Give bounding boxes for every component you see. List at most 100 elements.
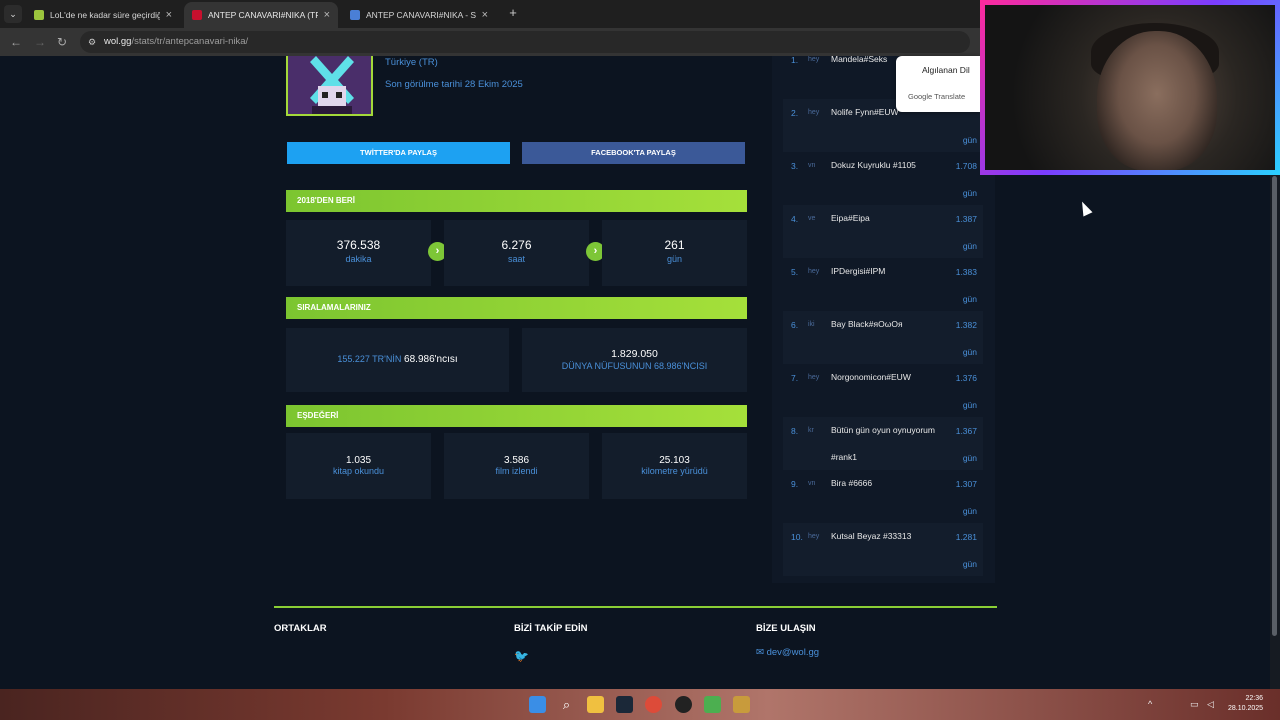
- row-value: 1.382: [955, 320, 977, 330]
- row-rank: 3.: [791, 161, 799, 171]
- profile-region: Türkiye (TR): [385, 57, 438, 68]
- leaderboard-row[interactable]: 5. hey IPDergisi#IPM 1.383 gün: [783, 258, 983, 311]
- close-tab-icon[interactable]: ×: [166, 9, 172, 21]
- translate-detected-label[interactable]: Algılanan Dil: [922, 65, 970, 75]
- footer-divider: [274, 606, 997, 608]
- row-unit: gün: [962, 188, 977, 198]
- equiv-films: 3.586 film izlendi: [444, 433, 589, 499]
- stat-unit: saat: [507, 254, 525, 264]
- row-value: 1.383: [955, 267, 977, 277]
- equivalent-section-header: EŞDEĞERİ: [286, 405, 747, 427]
- twitter-icon[interactable]: 🐦: [514, 649, 529, 663]
- envelope-icon: ✉: [756, 647, 764, 658]
- leaderboard-row[interactable]: 9. vn Bira #6666 1.307 gün: [783, 470, 983, 523]
- wol-favicon-icon: [192, 10, 202, 20]
- webcam-overlay: [980, 0, 1280, 175]
- windows-start-icon[interactable]: [529, 696, 546, 713]
- leaderboard-row[interactable]: 7. hey Norgonomicon#EUW 1.376 gün: [783, 364, 983, 417]
- scrollbar-thumb[interactable]: [1272, 176, 1277, 636]
- webcam-feed: [985, 5, 1275, 170]
- stat-minutes: 376.538 dakika: [286, 220, 431, 286]
- network-icon[interactable]: ▭: [1190, 699, 1199, 710]
- row-unit: gün: [962, 506, 977, 516]
- leaderboard-row[interactable]: 4. ve Eipa#Eipa 1.387 gün: [783, 205, 983, 258]
- tray-chevron-icon[interactable]: ^: [1148, 699, 1152, 709]
- obs-icon[interactable]: [675, 696, 692, 713]
- league-icon[interactable]: [733, 696, 750, 713]
- close-tab-icon[interactable]: ×: [482, 9, 488, 21]
- row-unit: gün: [962, 241, 977, 251]
- back-arrow-icon[interactable]: ←: [10, 35, 22, 49]
- taskbar: ⌕ ^ ▭ ◁ 22:36 28.10.2025: [0, 689, 1280, 720]
- share-twitter-button[interactable]: TWİTTER'DA PAYLAŞ: [287, 142, 510, 164]
- row-rank: 5.: [791, 267, 799, 277]
- tab-antep-canavari-summoner[interactable]: ANTEP CANAVARI#NIKA - Sum ×: [342, 2, 496, 28]
- share-facebook-button[interactable]: FACEBOOK'TA PAYLAŞ: [522, 142, 745, 164]
- rank-world-card: 1.829.050 DÜNYA NÜFUSUNUN 68.986'NCISI: [522, 328, 747, 392]
- search-icon[interactable]: ⌕: [558, 696, 575, 713]
- footer-email-link[interactable]: ✉ dev@wol.gg: [756, 647, 819, 658]
- row-tag: ve: [808, 215, 816, 222]
- equiv-value: 25.103: [659, 455, 690, 466]
- row-name[interactable]: Bira #6666: [831, 470, 949, 497]
- reload-icon[interactable]: ↻: [57, 35, 67, 49]
- row-value: 1.281: [955, 532, 977, 542]
- forward-arrow-icon[interactable]: →: [34, 35, 46, 49]
- webcam-face: [1097, 31, 1217, 170]
- tab-search-icon[interactable]: ⌄: [4, 5, 22, 23]
- tab-title: ANTEP CANAVARI#NIKA - Sum: [366, 10, 476, 20]
- equiv-books: 1.035 kitap okundu: [286, 433, 431, 499]
- row-tag: kr: [808, 427, 814, 434]
- leaderboard-row[interactable]: 3. vn Dokuz Kuyruklu #1105 1.708 gün: [783, 152, 983, 205]
- tab-lol-time[interactable]: LoL'de ne kadar süre geçirdiğin ×: [26, 2, 180, 28]
- row-unit: gün: [962, 400, 977, 410]
- rank-world-label: DÜNYA NÜFUSUNUN 68.986'NCISI: [561, 361, 708, 371]
- close-tab-icon[interactable]: ×: [324, 9, 330, 21]
- steam-icon[interactable]: [616, 696, 633, 713]
- stat-days: 261 gün: [602, 220, 747, 286]
- row-unit: gün: [962, 135, 977, 145]
- row-name[interactable]: Dokuz Kuyruklu #1105: [831, 152, 949, 179]
- row-rank: 10.: [791, 532, 803, 542]
- row-name[interactable]: IPDergisi#IPM: [831, 258, 949, 285]
- row-value: 1.387: [955, 214, 977, 224]
- leaderboard-row[interactable]: 6. iki Bay Black#ᴙOωOᴙ 1.382 gün: [783, 311, 983, 364]
- rank-tr-value: 68.986'ncısı: [404, 354, 458, 365]
- address-bar[interactable]: ⚙ wol.gg/stats/tr/antepcanavari-nika/: [80, 31, 970, 53]
- row-rank: 4.: [791, 214, 799, 224]
- minecraft-icon[interactable]: [704, 696, 721, 713]
- taskbar-clock[interactable]: 22:36 28.10.2025: [1228, 694, 1263, 714]
- site-info-icon[interactable]: ⚙: [88, 31, 96, 53]
- leaderboard-row[interactable]: 10. hey Kutsal Beyaz #33313 1.281 gün: [783, 523, 983, 576]
- chrome-icon[interactable]: [645, 696, 662, 713]
- rank-world-total: 1.829.050: [611, 348, 658, 360]
- row-tag: hey: [808, 56, 820, 63]
- leaderboard-row[interactable]: 8. kr Bütün gün oyun oynuyorum #rank1 1.…: [783, 417, 983, 470]
- volume-icon[interactable]: ◁: [1207, 699, 1214, 710]
- equiv-value: 1.035: [345, 455, 372, 466]
- tab-title: LoL'de ne kadar süre geçirdiğin: [50, 10, 160, 20]
- row-tag: hey: [808, 374, 820, 381]
- new-tab-button[interactable]: +: [506, 6, 520, 20]
- tab-antep-canavari-wol[interactable]: ANTEP CANAVARI#NIKA (TR) - ×: [184, 2, 338, 28]
- row-name[interactable]: Bütün gün oyun oynuyorum #rank1: [831, 417, 949, 471]
- translate-popup[interactable]: Algılanan Dil Google Translate: [896, 56, 980, 112]
- stat-hours: 6.276 saat: [444, 220, 589, 286]
- translate-brand: Google Translate: [908, 92, 966, 101]
- row-rank: 7.: [791, 373, 799, 383]
- row-tag: hey: [808, 533, 820, 540]
- row-name[interactable]: Norgonomicon#EUW: [831, 364, 949, 391]
- row-rank: 1.: [791, 56, 799, 65]
- equiv-km: 25.103 kilometre yürüdü: [602, 433, 747, 499]
- row-name[interactable]: Bay Black#ᴙOωOᴙ: [831, 311, 949, 338]
- equiv-value: 3.586: [503, 455, 530, 466]
- file-explorer-icon[interactable]: [587, 696, 604, 713]
- url-path: /stats/tr/antepcanavari-nika/: [131, 36, 249, 47]
- row-unit: gün: [962, 453, 977, 463]
- stat-unit: dakika: [345, 254, 372, 264]
- row-name[interactable]: Eipa#Eipa: [831, 205, 949, 232]
- rank-tr-prefix: 155.227 TR'NİN: [337, 354, 402, 364]
- footer-partners-heading: ORTAKLAR: [274, 623, 327, 634]
- row-name[interactable]: Kutsal Beyaz #33313: [831, 523, 949, 550]
- stat-value: 6.276: [501, 238, 532, 252]
